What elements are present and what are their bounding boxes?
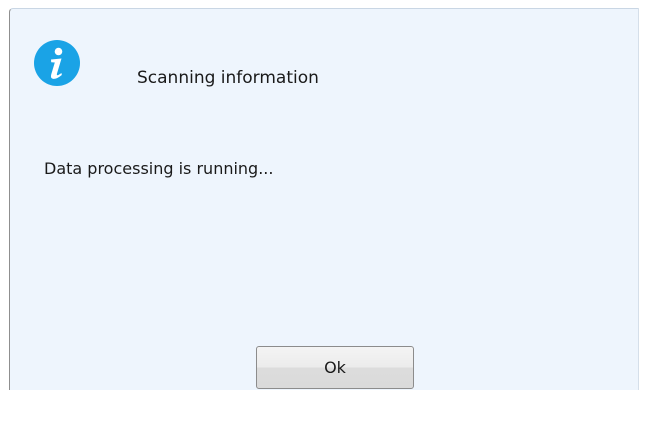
ok-button[interactable]: Ok (256, 346, 414, 389)
dialog-title: Scanning information (137, 68, 319, 88)
info-glyph (50, 47, 63, 79)
info-icon (34, 40, 80, 86)
scanning-info-dialog: Scanning information Data processing is … (9, 8, 639, 390)
status-message: Data processing is running... (44, 159, 274, 178)
screen: Scanning information Data processing is … (0, 0, 645, 421)
